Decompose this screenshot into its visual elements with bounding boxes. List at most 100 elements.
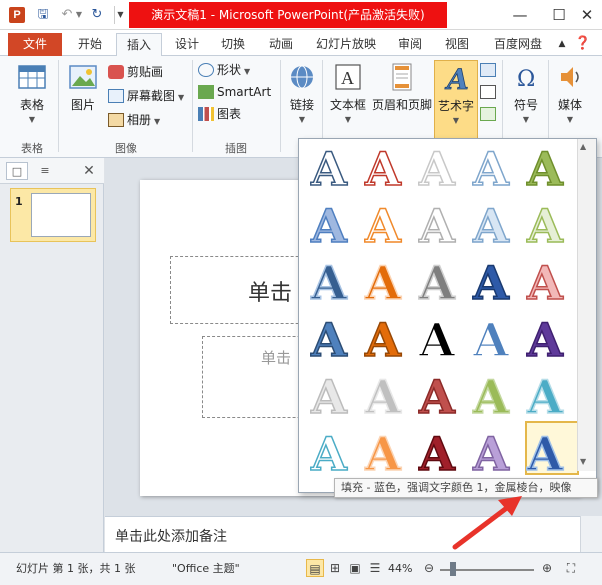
save-icon[interactable]: 🖫 xyxy=(34,6,52,24)
notes-pane[interactable]: 单击此处添加备注 xyxy=(105,516,580,552)
wordart-style-16[interactable]: A xyxy=(303,313,355,367)
wordart-style-9[interactable]: A xyxy=(465,199,517,253)
wordart-style-2[interactable]: A xyxy=(357,142,409,196)
wordart-style-21[interactable]: A xyxy=(303,370,355,424)
wordart-style-4[interactable]: A xyxy=(465,142,517,196)
wordart-style-13[interactable]: A xyxy=(411,256,463,310)
redo-icon[interactable]: ↻ xyxy=(88,6,106,24)
close-button[interactable]: ✕ xyxy=(572,4,602,26)
wordart-style-1[interactable]: A xyxy=(303,142,355,196)
wordart-style-20[interactable]: A xyxy=(519,313,571,367)
textbox-button[interactable]: A 文本框 ▼ xyxy=(326,60,370,136)
screenshot-button[interactable]: 屏幕截图 ▼ xyxy=(108,86,184,106)
svg-text:A: A xyxy=(444,63,469,93)
wordart-style-17[interactable]: A xyxy=(357,313,409,367)
chart-label: 图表 xyxy=(217,107,242,121)
object-button[interactable] xyxy=(480,104,498,124)
symbol-button[interactable]: Ω 符号 ▼ xyxy=(506,60,546,136)
tab-file[interactable]: 文件 xyxy=(8,33,62,56)
picture-icon xyxy=(69,65,97,89)
wordart-style-24[interactable]: A xyxy=(465,370,517,424)
omega-icon: Ω xyxy=(517,67,535,92)
wordart-style-26[interactable]: A xyxy=(303,427,355,481)
reading-view-icon[interactable]: ▣ xyxy=(346,559,364,577)
slideshow-icon[interactable]: ☰ xyxy=(366,559,384,577)
tab-view[interactable]: 视图 xyxy=(436,33,478,56)
notes-placeholder: 单击此处添加备注 xyxy=(115,529,227,545)
wordart-style-18[interactable]: A xyxy=(411,313,463,367)
tab-insert[interactable]: 插入 xyxy=(116,33,162,57)
tab-transitions[interactable]: 切换 xyxy=(212,33,254,56)
scroll-up-icon[interactable]: ▲ xyxy=(580,142,586,151)
customize-toolbar-icon[interactable]: ▼ xyxy=(114,6,126,24)
clipart-button[interactable]: 剪贴画 xyxy=(108,62,163,82)
slide-thumbnail[interactable]: 1 xyxy=(10,188,96,242)
slide-number-button[interactable] xyxy=(480,82,498,102)
chevron-down-icon: ▼ xyxy=(28,115,36,124)
photo-album-button[interactable]: 相册 ▼ xyxy=(108,110,160,130)
wordart-style-10[interactable]: A xyxy=(519,199,571,253)
wordart-style-7[interactable]: A xyxy=(357,199,409,253)
zoom-slider-handle[interactable] xyxy=(450,562,457,576)
wordart-style-5[interactable]: A xyxy=(519,142,571,196)
window-title: 演示文稿1 - Microsoft PowerPoint(产品激活失败) xyxy=(129,2,447,28)
undo-dropdown-icon[interactable]: ▼ xyxy=(74,6,84,24)
tab-baidu-netdisk[interactable]: 百度网盘 xyxy=(486,33,550,56)
slides-tab-icon[interactable]: □ xyxy=(6,162,28,180)
wordart-style-28[interactable]: A xyxy=(411,427,463,481)
tab-slideshow[interactable]: 幻灯片放映 xyxy=(310,33,382,56)
wordart-style-23[interactable]: A xyxy=(411,370,463,424)
wordart-style-30[interactable]: A xyxy=(519,427,571,481)
maximize-button[interactable]: ☐ xyxy=(544,4,574,26)
gallery-scrollbar[interactable]: ▲ ▼ xyxy=(577,139,596,471)
slide-sorter-icon[interactable]: ⊞ xyxy=(326,559,344,577)
wordart-style-22[interactable]: A xyxy=(357,370,409,424)
header-footer-button[interactable]: 页眉和页脚 xyxy=(371,60,433,136)
powerpoint-app-icon[interactable]: P xyxy=(9,7,25,23)
minimize-button[interactable]: — xyxy=(505,4,535,26)
wordart-style-15[interactable]: A xyxy=(519,256,571,310)
media-button[interactable]: 媒体 ▼ xyxy=(552,60,588,136)
picture-button[interactable]: 图片 xyxy=(62,60,104,136)
zoom-in-icon[interactable]: ⊕ xyxy=(538,559,556,577)
shapes-button[interactable]: 形状 ▼ xyxy=(198,60,250,80)
outline-tab-icon[interactable]: ≡ xyxy=(34,162,56,180)
collapse-ribbon-icon[interactable]: ▲ xyxy=(556,33,568,56)
wordart-style-8[interactable]: A xyxy=(411,199,463,253)
close-icon[interactable]: ✕ xyxy=(78,162,100,180)
chevron-down-icon: ▼ xyxy=(566,115,574,124)
clipart-icon xyxy=(108,65,124,79)
link-button[interactable]: 链接 ▼ xyxy=(284,60,320,136)
table-button[interactable]: 表格 ▼ xyxy=(10,60,54,136)
tab-design[interactable]: 设计 xyxy=(166,33,208,56)
chevron-down-icon: ▼ xyxy=(178,93,185,102)
wordart-style-25[interactable]: A xyxy=(519,370,571,424)
chevron-down-icon: ▼ xyxy=(244,67,251,76)
group-label-table: 表格 xyxy=(21,142,43,155)
wordart-style-19[interactable]: A xyxy=(465,313,517,367)
wordart-style-6[interactable]: A xyxy=(303,199,355,253)
normal-view-icon[interactable]: ▤ xyxy=(306,559,324,577)
scroll-down-icon[interactable]: ▼ xyxy=(580,457,586,466)
chevron-down-icon: ▼ xyxy=(522,115,530,124)
wordart-style-11[interactable]: A xyxy=(303,256,355,310)
tab-animations[interactable]: 动画 xyxy=(260,33,302,56)
help-icon[interactable]: ❓ xyxy=(574,33,592,56)
tab-home[interactable]: 开始 xyxy=(68,33,112,56)
smartart-button[interactable]: SmartArt xyxy=(198,82,271,102)
slides-pane-tabs: □ ≡ ✕ xyxy=(0,158,104,184)
wordart-style-27[interactable]: A xyxy=(357,427,409,481)
fit-to-window-icon[interactable]: ⛶ xyxy=(562,559,580,577)
wordart-style-12[interactable]: A xyxy=(357,256,409,310)
tab-review[interactable]: 审阅 xyxy=(390,33,430,56)
svg-text:A: A xyxy=(341,68,354,88)
zoom-out-icon[interactable]: ⊖ xyxy=(420,559,438,577)
date-time-button[interactable] xyxy=(480,60,498,80)
zoom-level[interactable]: 44% xyxy=(388,560,412,578)
wordart-style-14[interactable]: A xyxy=(465,256,517,310)
chart-button[interactable]: 图表 xyxy=(198,104,241,124)
wordart-style-29[interactable]: A xyxy=(465,427,517,481)
wordart-style-3[interactable]: A xyxy=(411,142,463,196)
wordart-button[interactable]: A 艺术字 ▼ xyxy=(434,60,478,140)
vertical-scrollbar[interactable] xyxy=(580,516,602,552)
